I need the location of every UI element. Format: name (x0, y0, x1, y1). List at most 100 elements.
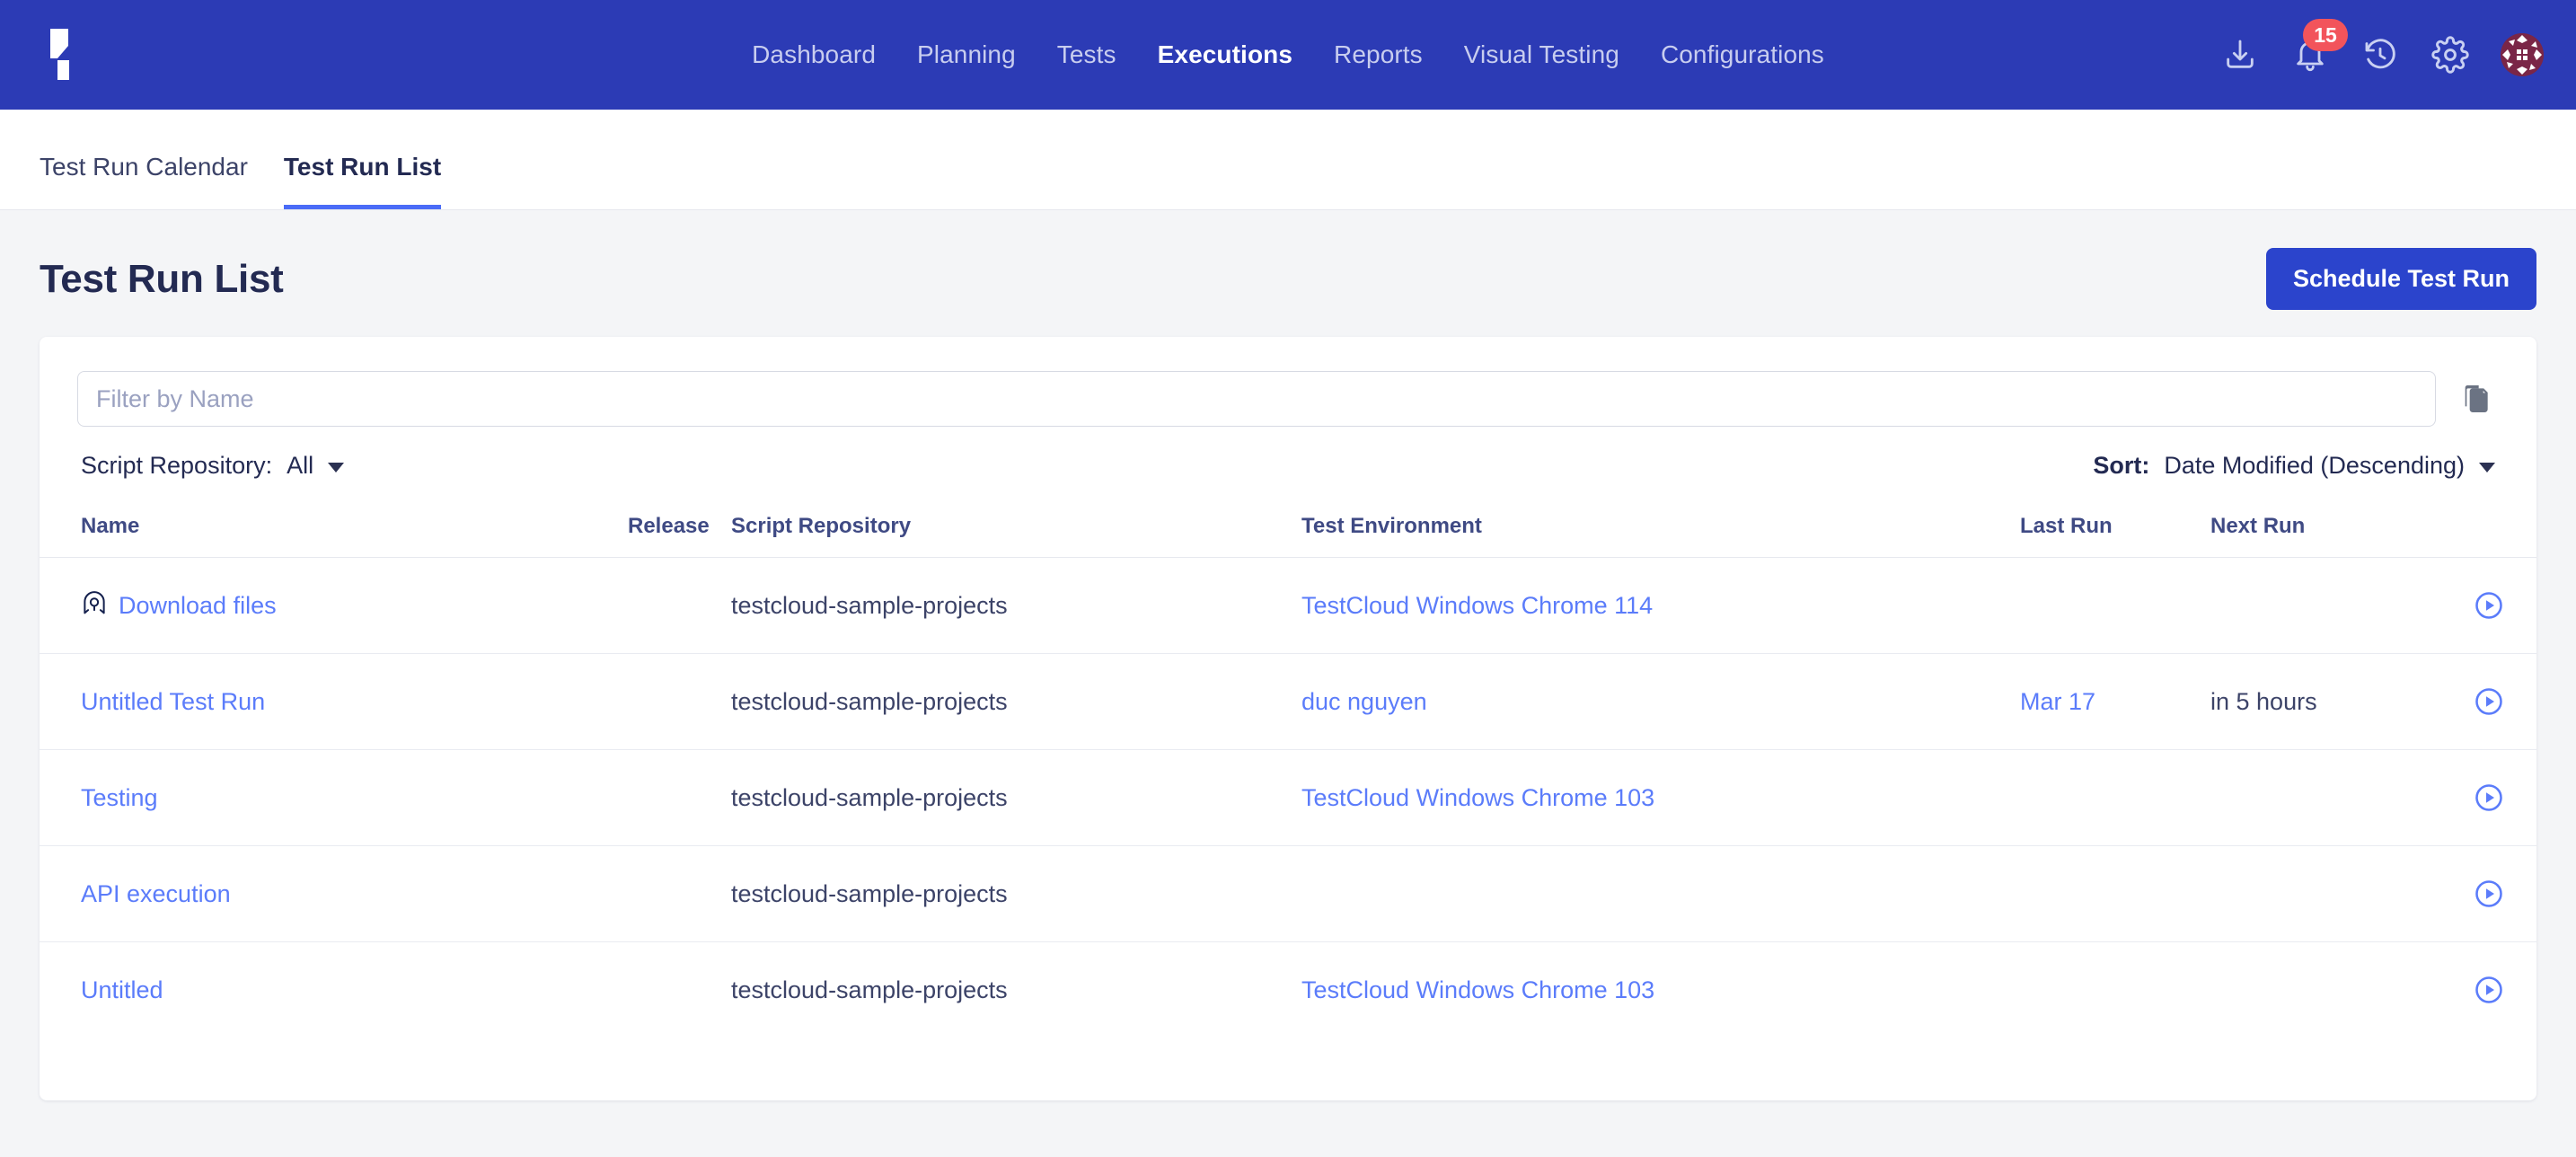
column-header-last-run[interactable]: Last Run (2020, 503, 2210, 558)
cell-next-run (2210, 942, 2408, 1038)
cell-environment (1301, 845, 2020, 942)
column-header-release[interactable]: Release (628, 503, 731, 558)
katalon-logo-icon (50, 29, 69, 80)
cell-release (628, 942, 731, 1038)
nav-item-reports[interactable]: Reports (1313, 31, 1443, 78)
page-title: Test Run List (40, 256, 284, 301)
sub-tab-bar: Test Run Calendar Test Run List (0, 110, 2576, 210)
run-test-play-icon[interactable] (2468, 873, 2510, 914)
sort-label: Sort: (2093, 452, 2150, 479)
table-row: Testing testcloud-sample-projects TestCl… (40, 749, 2536, 846)
nav-item-tests[interactable]: Tests (1037, 31, 1137, 78)
cell-action (2408, 942, 2536, 1038)
test-environment-link[interactable]: duc nguyen (1301, 688, 1427, 715)
filter-row (40, 337, 2536, 427)
notification-count-badge: 15 (2303, 19, 2348, 51)
table-row: Untitled Test Run testcloud-sample-proje… (40, 653, 2536, 750)
cell-release (628, 845, 731, 942)
app-logo[interactable] (0, 26, 117, 84)
cell-action (2408, 845, 2536, 942)
page-header: Test Run List Schedule Test Run (0, 210, 2576, 337)
cell-last-run (2020, 942, 2210, 1038)
table-controls-row: Script Repository: All Sort: Date Modifi… (40, 427, 2536, 480)
cell-release (628, 653, 731, 750)
nav-item-planning[interactable]: Planning (896, 31, 1037, 78)
column-header-name[interactable]: Name (40, 503, 628, 558)
cell-repository: testcloud-sample-projects (731, 845, 1301, 942)
script-repository-filter-dropdown[interactable]: Script Repository: All (81, 452, 345, 480)
table-row: API execution testcloud-sample-projects (40, 845, 2536, 942)
main-nav-items: Dashboard Planning Tests Executions Repo… (0, 31, 2576, 78)
cell-repository: testcloud-sample-projects (731, 653, 1301, 750)
column-header-next-run[interactable]: Next Run (2210, 503, 2408, 558)
nav-item-configurations[interactable]: Configurations (1640, 31, 1845, 78)
nav-item-executions[interactable]: Executions (1137, 31, 1313, 78)
cell-repository: testcloud-sample-projects (731, 976, 1008, 1003)
run-test-play-icon[interactable] (2468, 585, 2510, 626)
chevron-down-icon (2479, 462, 2495, 473)
cell-next-run: in 5 hours (2210, 653, 2408, 750)
table-row: Download files testcloud-sample-projects… (40, 557, 2536, 654)
copy-icon[interactable] (2456, 377, 2499, 420)
chevron-down-icon (328, 462, 345, 473)
cell-next-run (2210, 845, 2408, 942)
test-environment-link[interactable]: TestCloud Windows Chrome 114 (1301, 592, 1653, 619)
cell-name: API execution (40, 845, 628, 942)
cell-last-run: Mar 17 (2020, 653, 2210, 750)
cell-environment: duc nguyen (1301, 653, 2020, 750)
test-environment-link[interactable]: TestCloud Windows Chrome 103 (1301, 976, 1654, 1003)
cell-last-run (2020, 749, 2210, 846)
cell-last-run (2020, 845, 2210, 942)
last-run-link[interactable]: Mar 17 (2020, 688, 2095, 715)
script-repository-filter-label: Script Repository: (81, 452, 273, 479)
notifications-bell-icon[interactable]: 15 (2290, 19, 2348, 75)
test-run-name-link[interactable]: Download files (119, 592, 277, 620)
sort-dropdown[interactable]: Sort: Date Modified (Descending) (2093, 452, 2495, 480)
run-test-play-icon[interactable] (2468, 777, 2510, 818)
table-header-row: Name Release Script Repository Test Envi… (40, 503, 2536, 558)
download-icon[interactable] (2220, 35, 2260, 75)
test-run-name-link[interactable]: Untitled (81, 976, 163, 1004)
nav-item-visual-testing[interactable]: Visual Testing (1443, 31, 1640, 78)
cell-environment: TestCloud Windows Chrome 103 (1301, 749, 2020, 846)
cell-next-run (2210, 557, 2408, 654)
cell-action (2408, 749, 2536, 846)
cell-name: Untitled (40, 942, 628, 1038)
avatar-image (2501, 33, 2544, 76)
cell-action (2408, 653, 2536, 750)
cell-environment: TestCloud Windows Chrome 103 (1301, 942, 2020, 1038)
cell-repository: testcloud-sample-projects (731, 749, 1301, 846)
cell-release (628, 557, 731, 654)
private-run-icon (81, 589, 108, 623)
table-body: Download files testcloud-sample-projects… (40, 557, 2536, 1038)
cell-release (628, 749, 731, 846)
settings-gear-icon[interactable] (2430, 35, 2470, 75)
column-header-environment[interactable]: Test Environment (1301, 503, 2020, 558)
test-run-list-card: Script Repository: All Sort: Date Modifi… (40, 337, 2536, 1100)
test-run-table: Name Release Script Repository Test Envi… (40, 503, 2536, 1038)
filter-by-name-input[interactable] (77, 371, 2436, 427)
cell-next-run (2210, 749, 2408, 846)
test-run-name-link[interactable]: Untitled Test Run (81, 688, 265, 716)
tab-test-run-list[interactable]: Test Run List (283, 153, 442, 209)
sort-value: Date Modified (Descending) (2164, 452, 2465, 479)
nav-actions: 15 (2220, 19, 2576, 76)
column-header-repository[interactable]: Script Repository (731, 503, 1301, 558)
top-navigation-bar: Dashboard Planning Tests Executions Repo… (0, 0, 2576, 110)
tab-test-run-calendar[interactable]: Test Run Calendar (40, 153, 248, 209)
user-avatar[interactable] (2501, 33, 2544, 76)
run-test-play-icon[interactable] (2468, 969, 2510, 1011)
nav-item-dashboard[interactable]: Dashboard (731, 31, 896, 78)
cell-name: Untitled Test Run (40, 653, 628, 750)
test-run-name-link[interactable]: API execution (81, 880, 231, 908)
schedule-test-run-button[interactable]: Schedule Test Run (2265, 248, 2536, 310)
cell-name: Testing (40, 749, 628, 846)
table-row: Untitled testcloud-sample-projects TestC… (40, 942, 2536, 1038)
cell-action (2408, 557, 2536, 654)
run-test-play-icon[interactable] (2468, 681, 2510, 722)
script-repository-filter-value: All (287, 452, 314, 479)
test-environment-link[interactable]: TestCloud Windows Chrome 103 (1301, 784, 1654, 811)
history-icon[interactable] (2360, 35, 2400, 75)
test-run-name-link[interactable]: Testing (81, 784, 158, 812)
cell-repository: testcloud-sample-projects (731, 557, 1301, 654)
